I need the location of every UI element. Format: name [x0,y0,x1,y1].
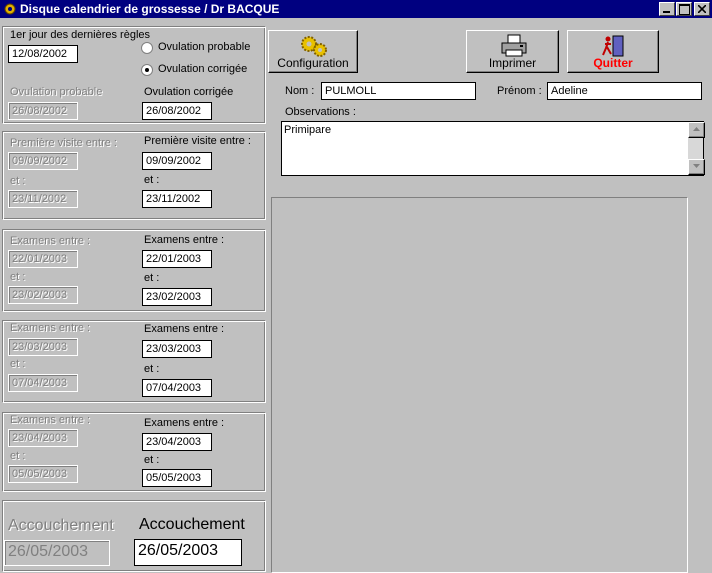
first-visit-right-end[interactable]: 23/11/2002 [142,190,212,208]
exam2-right-label: Examens entre : [144,323,225,335]
accouchement-left-field: 26/05/2003 [4,540,110,566]
exam1-right-end[interactable]: 23/02/2003 [142,288,212,306]
exam1-left-et-label: et : [10,271,26,283]
exam3-left-end: 05/05/2003 [8,465,78,483]
calendar-display-panel [271,197,688,573]
ovulation-corrigee-radio-label[interactable]: Ovulation corrigée [158,63,247,75]
first-visit-right-start[interactable]: 09/09/2002 [142,152,212,170]
ovulation-probable-field: 26/08/2002 [8,102,78,120]
exam1-right-et-label: et : [144,272,160,284]
exam1-right-start[interactable]: 22/01/2003 [142,250,212,268]
observations-textarea[interactable]: Primipare [281,121,705,176]
exam3-right-end[interactable]: 05/05/2003 [142,469,212,487]
ovulation-corrigee-label: Ovulation corrigée [144,86,234,98]
nom-label: Nom : [285,85,315,97]
observations-scrollbar[interactable] [688,122,705,175]
arrow-down-icon [693,164,700,168]
exam3-left-label: Examens entre : [10,414,91,426]
accouchement-right-label: Accouchement [139,516,245,533]
accouchement-right-field[interactable]: 26/05/2003 [134,539,242,566]
prenom-field[interactable]: Adeline [547,82,702,100]
quitter-button[interactable]: Quitter [567,30,659,73]
arrow-up-icon [693,127,700,131]
exam3-right-et-label: et : [144,454,160,466]
window-title: Disque calendrier de grossesse / Dr BACQ… [20,2,280,16]
exam1-left-label: Examens entre : [10,235,91,247]
nom-field[interactable]: PULMOLL [321,82,476,100]
exam2-left-label: Examens entre : [10,322,91,334]
exam2-left-start: 23/03/2003 [8,338,78,356]
configuration-label: Configuration [277,56,349,70]
ovulation-corrigee-radio[interactable] [141,64,153,76]
lmp-label: 1er jour des dernières règles [10,29,151,41]
exam2-right-end[interactable]: 07/04/2003 [142,379,212,397]
ovulation-probable-radio-label[interactable]: Ovulation probable [158,41,250,53]
exam2-right-start[interactable]: 23/03/2003 [142,340,212,358]
first-visit-left-label: Première visite entre : [10,137,117,149]
ovulation-probable-label: Ovulation probable [10,86,103,98]
exam2-right-et-label: et : [144,363,160,375]
exam2-left-et-label: et : [10,358,26,370]
prenom-label: Prénom : [497,85,542,97]
exam2-left-end: 07/04/2003 [8,374,78,392]
exam3-right-label: Examens entre : [144,417,225,429]
first-visit-left-et-label: et : [10,175,26,187]
lmp-field[interactable]: 12/08/2002 [8,45,78,63]
imprimer-label: Imprimer [488,56,537,70]
maximize-button[interactable] [676,2,692,16]
quitter-label: Quitter [593,56,633,70]
scroll-down-button[interactable] [688,159,705,175]
close-icon [698,5,706,13]
app-icon [4,3,16,15]
first-visit-right-label: Première visite entre : [144,135,251,147]
first-visit-right-et-label: et : [144,174,160,186]
scroll-up-button[interactable] [688,122,705,138]
title-bar: Disque calendrier de grossesse / Dr BACQ… [0,0,712,18]
imprimer-button[interactable]: Imprimer [466,30,559,73]
gears-icon [301,36,327,57]
first-visit-left-start: 09/09/2002 [8,152,78,170]
minimize-button[interactable] [659,2,675,16]
exam3-left-start: 23/04/2003 [8,429,78,447]
accouchement-left-label: Accouchement [8,517,114,534]
observations-text: Primipare [284,124,332,136]
configuration-button[interactable]: Configuration [268,30,358,73]
ovulation-corrigee-field[interactable]: 26/08/2002 [142,102,212,120]
exam1-left-start: 22/01/2003 [8,250,78,268]
exam3-right-start[interactable]: 23/04/2003 [142,433,212,451]
ovulation-probable-radio[interactable] [141,42,153,54]
exit-door-icon [602,35,624,57]
printer-icon [501,34,527,57]
observations-label: Observations : [285,106,356,118]
first-visit-left-end: 23/11/2002 [8,190,78,208]
close-button[interactable] [694,2,710,16]
exam3-left-et-label: et : [10,450,26,462]
exam1-left-end: 23/02/2003 [8,286,78,304]
exam1-right-label: Examens entre : [144,234,225,246]
